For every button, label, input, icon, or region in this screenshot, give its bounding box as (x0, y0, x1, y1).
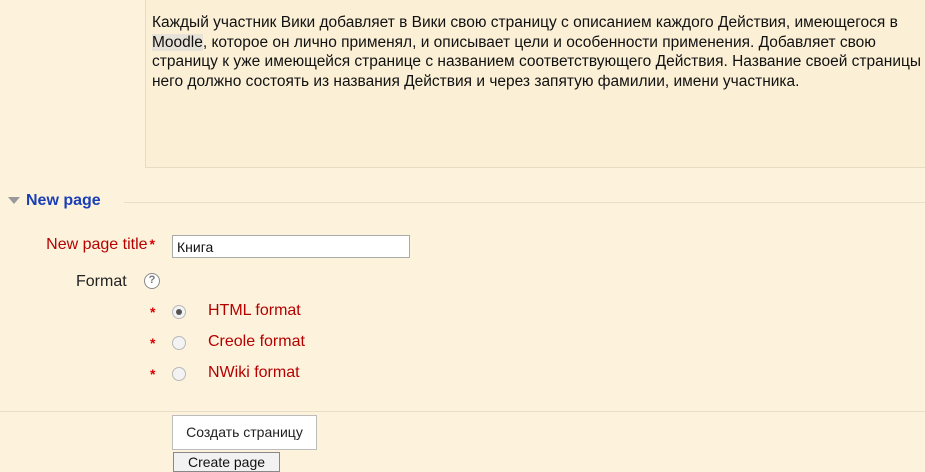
format-option-label[interactable]: NWiki format (208, 364, 300, 382)
format-option-creole[interactable]: * Creole format (150, 333, 450, 355)
radio-creole-format[interactable] (172, 336, 186, 350)
description-text-2: , которое он лично применял, и описывает… (152, 33, 925, 90)
help-icon[interactable]: ? (144, 273, 160, 289)
format-label: Format (76, 273, 127, 290)
description-text-1: Каждый участник Вики добавляет в Вики св… (152, 14, 898, 31)
required-asterisk-icon: * (149, 236, 155, 252)
format-option-label[interactable]: Creole format (208, 333, 305, 351)
new-page-title-label-text: New page title (46, 236, 148, 253)
format-option-label[interactable]: HTML format (208, 302, 301, 320)
moodle-link[interactable]: Moodle (152, 33, 203, 51)
intro-description: Каждый участник Вики добавляет в Вики св… (152, 13, 925, 91)
create-page-button[interactable]: Create page (173, 452, 280, 472)
radio-nwiki-format[interactable] (172, 367, 186, 381)
create-page-button-ru[interactable]: Создать страницу (172, 415, 317, 450)
form-actions-divider (0, 411, 925, 412)
radio-html-format[interactable] (172, 305, 186, 319)
section-title[interactable]: New page (26, 192, 101, 210)
format-option-nwiki[interactable]: * NWiki format (150, 364, 450, 386)
required-asterisk-icon: * (150, 304, 156, 320)
section-divider (124, 202, 925, 203)
format-option-html[interactable]: * HTML format (150, 302, 450, 324)
new-page-title-input[interactable] (172, 235, 410, 258)
new-page-section-header[interactable]: New page (8, 192, 925, 212)
new-page-title-label: New page title * (46, 236, 155, 254)
collapse-triangle-icon[interactable] (8, 197, 20, 204)
required-asterisk-icon: * (150, 366, 156, 382)
required-asterisk-icon: * (150, 335, 156, 351)
